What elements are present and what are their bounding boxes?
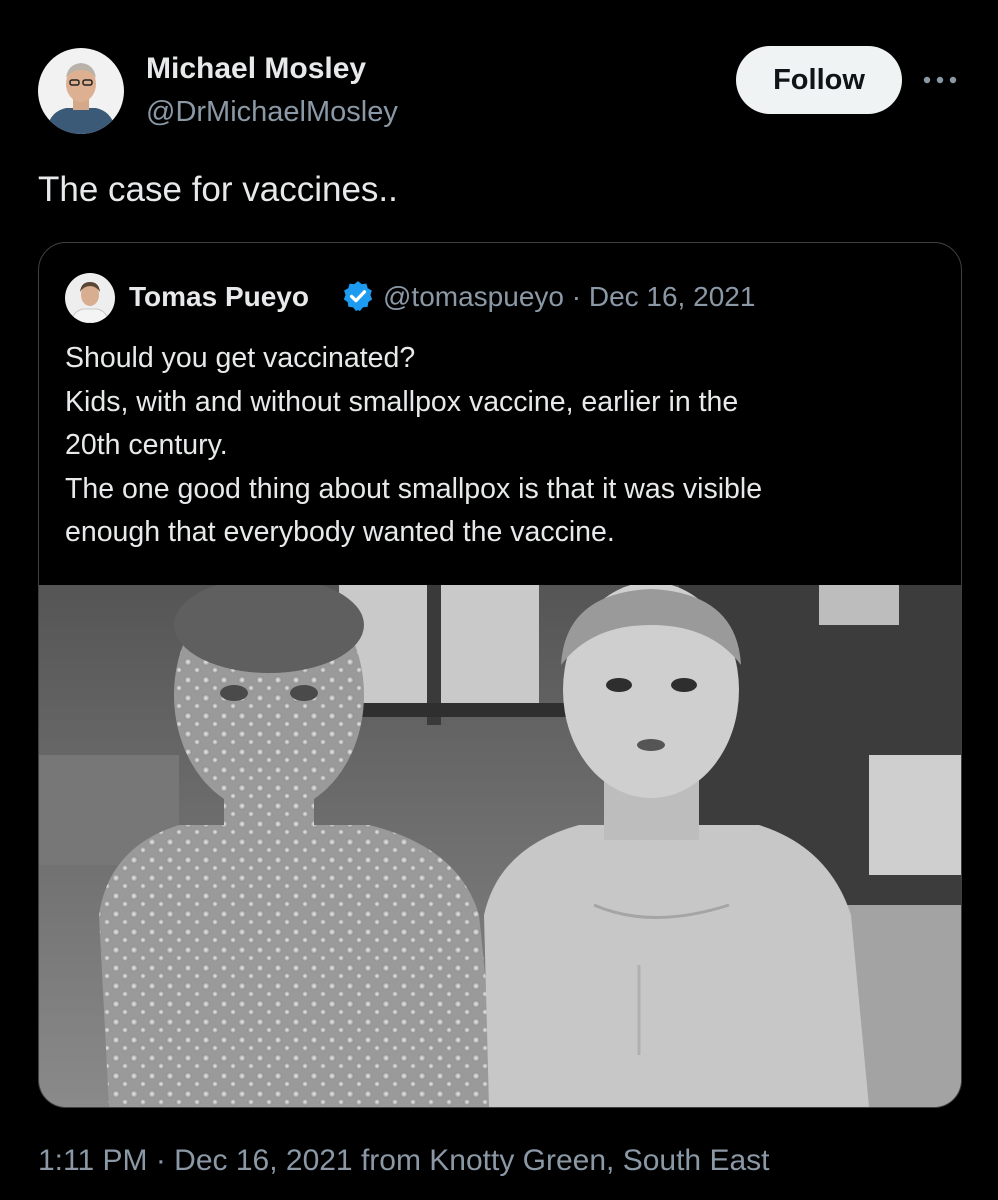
tweet-view: Michael Mosley @DrMichaelMosley Follow T…: [0, 0, 998, 1200]
quote-text: Should you get vaccinated? Kids, with an…: [65, 337, 935, 555]
more-options-button[interactable]: [918, 60, 962, 100]
quote-media-photo[interactable]: [39, 585, 961, 1107]
author-avatar[interactable]: [38, 48, 124, 134]
quote-text-line: enough that everybody wanted the vaccine…: [65, 516, 615, 548]
author-handle[interactable]: @DrMichaelMosley: [146, 96, 398, 129]
ellipsis-icon: [923, 76, 957, 84]
quote-author-avatar[interactable]: [65, 273, 115, 323]
quote-text-line: 20th century.: [65, 429, 228, 461]
quote-author-name[interactable]: Tomas Pueyo: [129, 281, 309, 313]
quoted-tweet-card[interactable]: Tomas Pueyo @tomaspueyo · Dec 16, 2021 S…: [38, 242, 962, 1108]
quote-text-line: Kids, with and without smallpox vaccine,…: [65, 385, 739, 418]
quote-handle-date[interactable]: @tomaspueyo · Dec 16, 2021: [383, 281, 755, 313]
author-name[interactable]: Michael Mosley: [146, 52, 366, 86]
follow-button[interactable]: Follow: [736, 46, 902, 114]
quote-text-line: The one good thing about smallpox is tha…: [65, 472, 763, 505]
tweet-timestamp[interactable]: 1:11 PM · Dec 16, 2021 from Knotty Green…: [38, 1144, 769, 1178]
quote-text-line: Should you get vaccinated?: [65, 342, 416, 374]
verified-badge-icon: [343, 281, 373, 312]
tweet-text: The case for vaccines..: [38, 170, 398, 209]
